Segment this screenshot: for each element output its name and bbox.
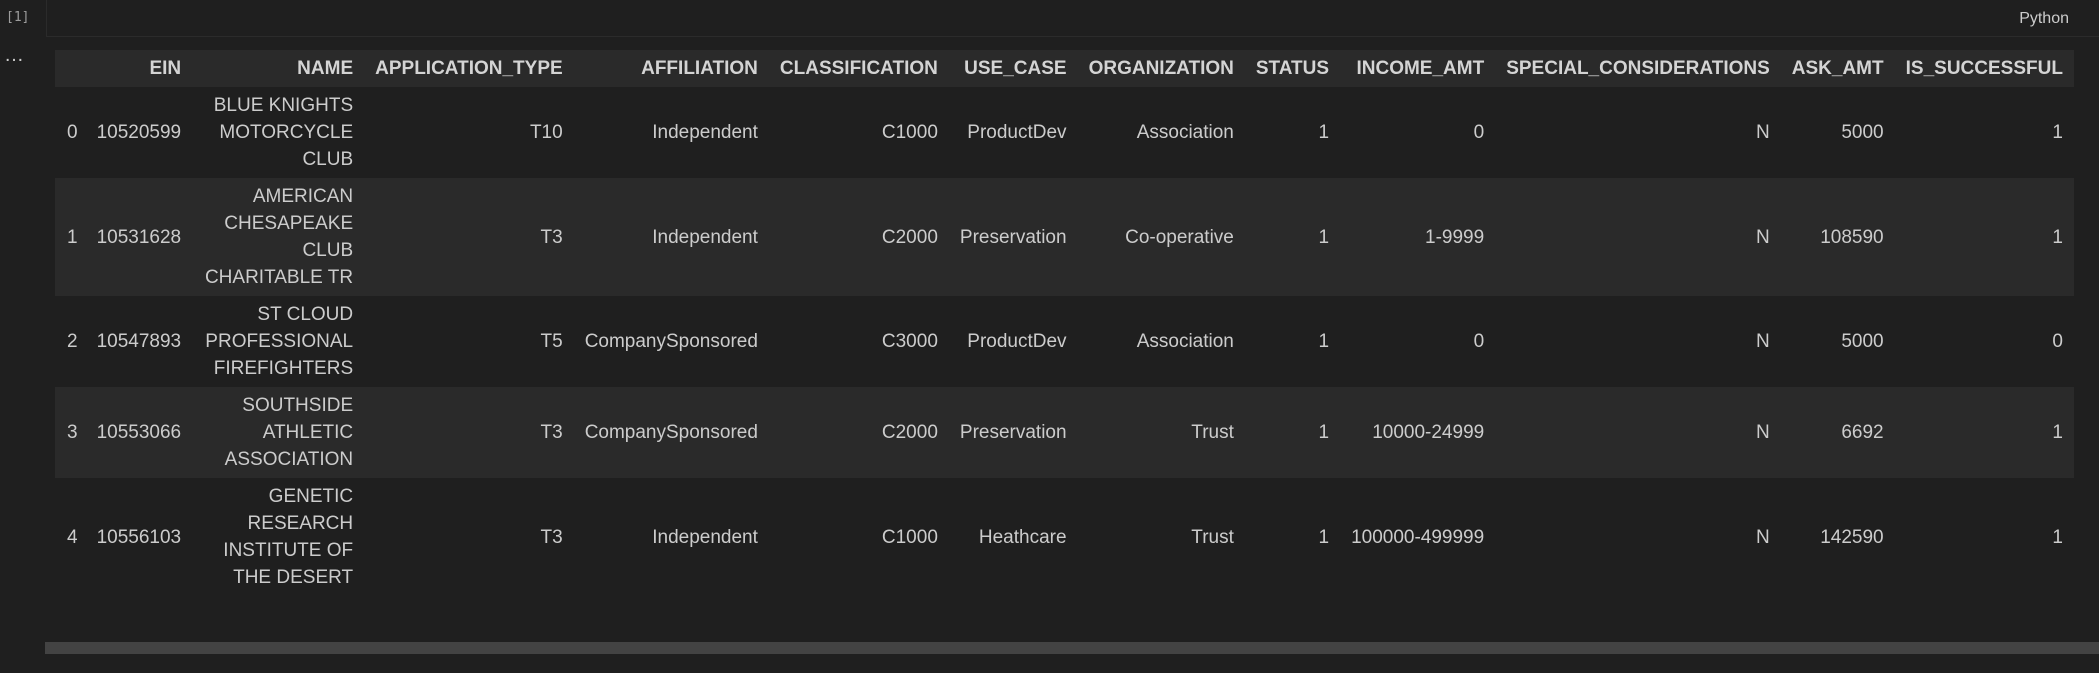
column-header <box>55 50 86 87</box>
table-cell: Heathcare <box>978 526 1067 548</box>
table-cell: C2000 <box>881 226 938 248</box>
dataframe-table: EIN NAME APPLICATION_TYPE AFFILIATION CL… <box>55 50 2074 596</box>
column-header: AFFILIATION <box>641 57 758 79</box>
column-header: NAME <box>297 57 354 79</box>
table-cell: N <box>1756 226 1770 248</box>
table-cell: N <box>1756 526 1770 548</box>
column-header: USE_CASE <box>964 57 1067 79</box>
table-cell: ST CLOUD PROFESSIONAL FIREFIGHTERS <box>205 304 354 379</box>
column-header: STATUS <box>1255 57 1330 79</box>
table-cell: 10531628 <box>96 226 182 248</box>
table-cell: ProductDev <box>967 331 1067 352</box>
table-cell: Preservation <box>959 226 1067 248</box>
column-header: EIN <box>149 57 182 79</box>
table-cell: CompanySponsored <box>584 422 758 443</box>
table-cell: 1 <box>2052 122 2063 143</box>
table-cell: 10556103 <box>96 526 182 548</box>
table-cell: C1000 <box>881 526 938 548</box>
cell-output: EIN NAME APPLICATION_TYPE AFFILIATION CL… <box>55 50 2099 596</box>
more-actions-icon[interactable]: … <box>4 45 25 65</box>
row-index: 0 <box>67 122 78 143</box>
table-cell: 5000 <box>1841 331 1884 352</box>
column-header: SPECIAL_CONSIDERATIONS <box>1506 57 1770 79</box>
table-cell: AMERICAN CHESAPEAKE CLUB CHARITABLE TR <box>204 186 354 288</box>
table-cell: C2000 <box>881 422 938 443</box>
row-index: 2 <box>67 331 78 352</box>
column-header: INCOME_AMT <box>1356 57 1485 79</box>
table-cell: Trust <box>1191 526 1234 548</box>
table-cell: 1 <box>1318 122 1330 143</box>
execution-count: [1] <box>6 10 30 25</box>
table-cell: N <box>1756 122 1770 143</box>
table-cell: Independent <box>652 526 758 548</box>
table-row: 0 10520599 BLUE KNIGHTS MOTORCYCLE CLUB … <box>55 87 2074 178</box>
table-cell: Co-operative <box>1125 226 1234 248</box>
table-cell: C1000 <box>881 122 938 143</box>
table-cell: Association <box>1136 122 1234 143</box>
table-cell: 10547893 <box>96 331 182 352</box>
table-cell: Preservation <box>959 422 1067 443</box>
column-header: ORGANIZATION <box>1088 57 1234 79</box>
column-header: CLASSIFICATION <box>779 57 938 79</box>
column-header: APPLICATION_TYPE <box>375 57 563 79</box>
row-index: 4 <box>67 526 78 548</box>
table-cell: 10553066 <box>96 422 182 443</box>
horizontal-scrollbar[interactable] <box>45 642 2099 654</box>
table-cell: T3 <box>540 226 563 248</box>
table-row: 3 10553066 SOUTHSIDE ATHLETIC ASSOCIATIO… <box>55 387 2074 478</box>
table-cell: 1 <box>1318 422 1330 443</box>
row-index: 1 <box>67 226 78 248</box>
table-cell: SOUTHSIDE ATHLETIC ASSOCIATION <box>224 395 354 470</box>
table-cell: N <box>1756 422 1770 443</box>
table-cell: T3 <box>540 422 563 443</box>
table-cell: 10520599 <box>96 122 182 143</box>
table-cell: Independent <box>652 122 758 143</box>
table-cell: T10 <box>529 122 563 143</box>
table-cell: 1 <box>2052 422 2063 443</box>
table-cell: T5 <box>540 331 563 352</box>
column-header: IS_SUCCESSFUL <box>1905 57 2063 79</box>
table-cell: 1 <box>2052 526 2063 548</box>
table-cell: 0 <box>1473 331 1485 352</box>
table-cell: T3 <box>540 526 563 548</box>
table-row: 4 10556103 GENETIC RESEARCH INSTITUTE OF… <box>55 478 2074 596</box>
table-cell: 0 <box>2052 331 2063 352</box>
row-index: 3 <box>67 422 78 443</box>
table-cell: Independent <box>652 226 758 248</box>
table-cell: 10000-24999 <box>1372 422 1485 443</box>
table-cell: 1 <box>2052 226 2063 248</box>
table-cell: 0 <box>1473 122 1485 143</box>
table-cell: GENETIC RESEARCH INSTITUTE OF THE DESERT <box>223 486 354 588</box>
table-cell: 108590 <box>1820 226 1884 248</box>
table-cell: 100000-499999 <box>1351 526 1485 548</box>
column-header: ASK_AMT <box>1791 57 1884 79</box>
table-row: 1 10531628 AMERICAN CHESAPEAKE CLUB CHAR… <box>55 178 2074 296</box>
kernel-language-label[interactable]: Python <box>2019 10 2069 28</box>
table-cell: 1 <box>1318 526 1330 548</box>
table-cell: BLUE KNIGHTS MOTORCYCLE CLUB <box>213 95 354 170</box>
table-cell: Trust <box>1191 422 1234 443</box>
table-cell: N <box>1756 331 1770 352</box>
table-cell: 6692 <box>1841 422 1884 443</box>
table-cell: 1-9999 <box>1425 226 1485 248</box>
cell-header: Python <box>46 0 2099 37</box>
table-cell: 1 <box>1318 331 1330 352</box>
table-cell: Association <box>1136 331 1234 352</box>
table-cell: C3000 <box>881 331 938 352</box>
header-row: EIN NAME APPLICATION_TYPE AFFILIATION CL… <box>55 50 2074 87</box>
table-cell: 5000 <box>1841 122 1884 143</box>
table-cell: 1 <box>1318 226 1330 248</box>
table-cell: ProductDev <box>967 122 1067 143</box>
table-row: 2 10547893 ST CLOUD PROFESSIONAL FIREFIG… <box>55 296 2074 387</box>
table-cell: CompanySponsored <box>584 331 758 352</box>
table-cell: 142590 <box>1820 526 1884 548</box>
